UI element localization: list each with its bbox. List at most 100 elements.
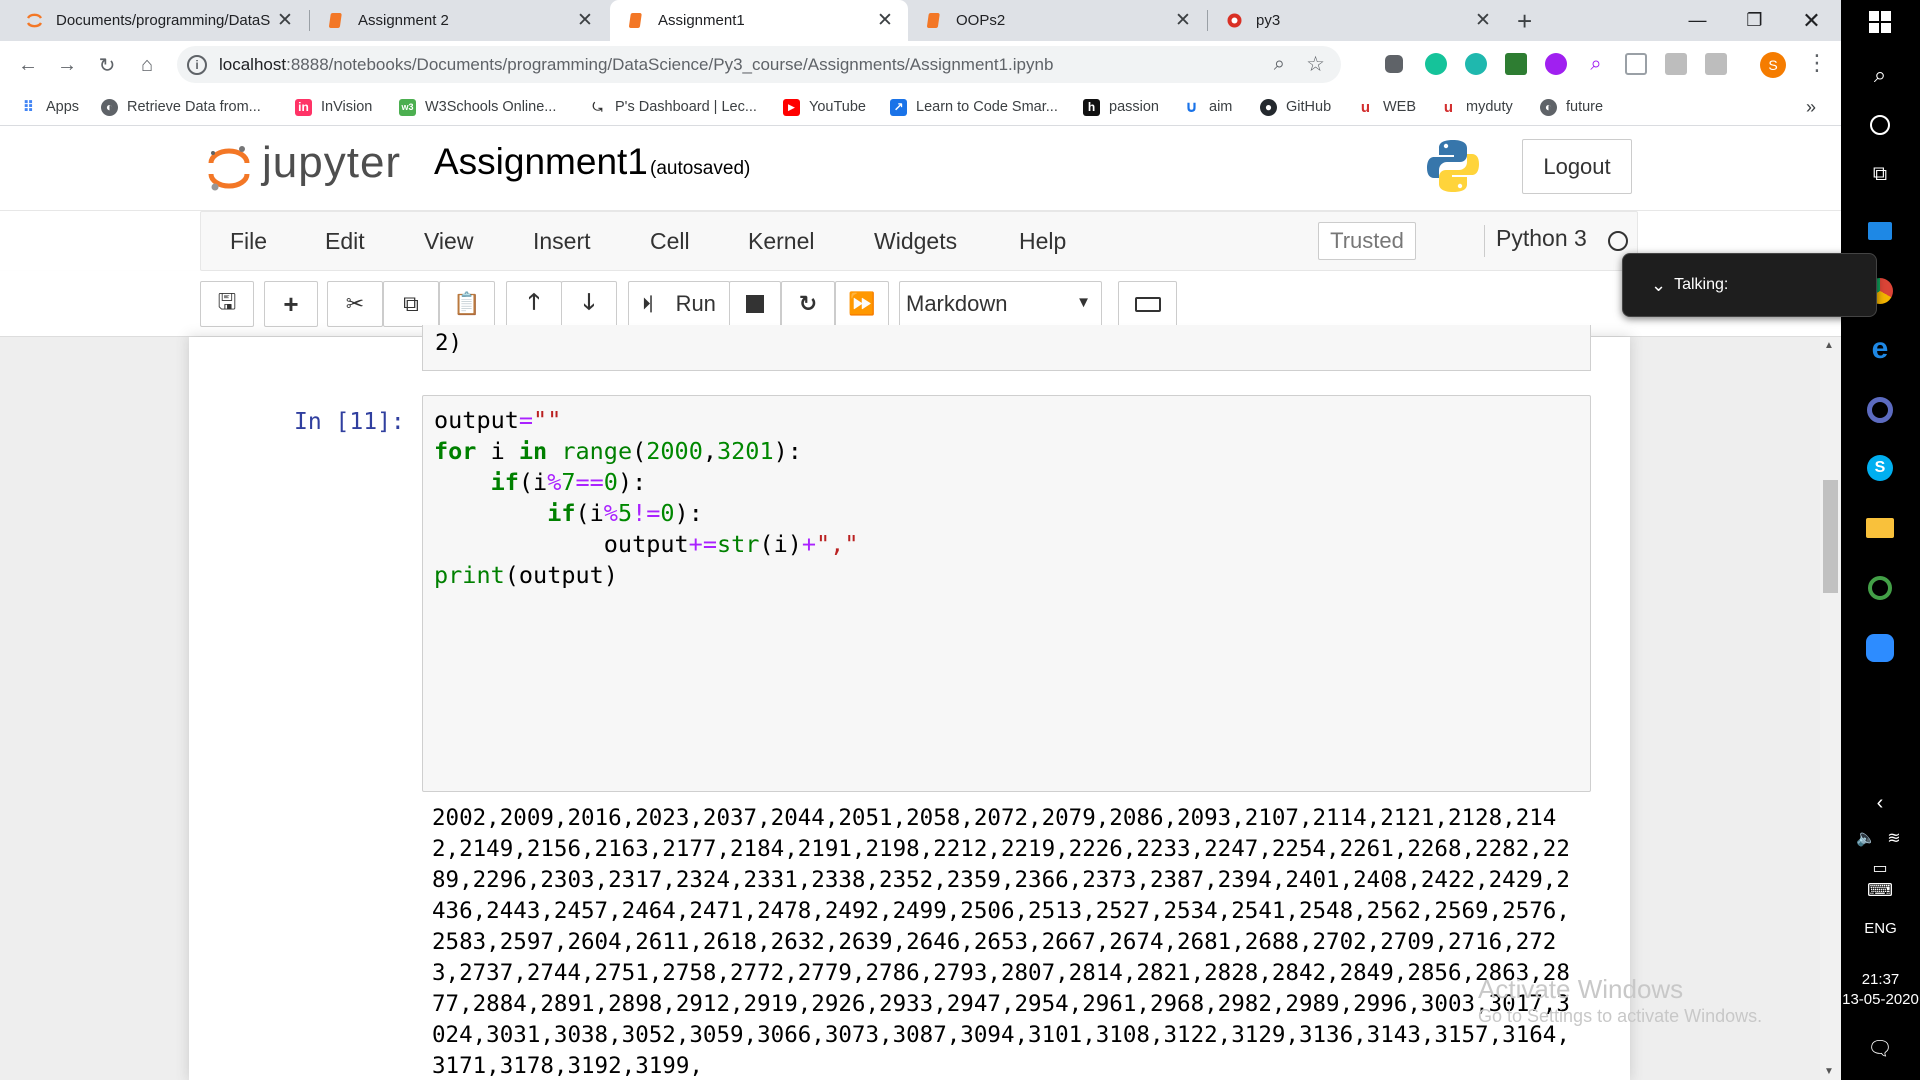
- tab-py3[interactable]: py3 ✕: [1208, 0, 1506, 41]
- trusted-indicator[interactable]: Trusted: [1318, 222, 1416, 260]
- extension-tree-icon[interactable]: [1505, 53, 1527, 75]
- menu-kernel[interactable]: Kernel: [748, 228, 814, 255]
- extension-teal-icon[interactable]: [1465, 53, 1487, 75]
- extension-gray-icon[interactable]: [1705, 53, 1727, 75]
- insert-cell-button[interactable]: +: [264, 281, 318, 327]
- run-button[interactable]: ⏵⎸ Run: [628, 281, 730, 327]
- bookmark-passion[interactable]: h passion: [1083, 95, 1159, 119]
- menu-edit[interactable]: Edit: [325, 228, 365, 255]
- menu-cell[interactable]: Cell: [650, 228, 690, 255]
- fast-forward-icon: ⏩: [848, 291, 876, 316]
- command-palette-button[interactable]: [1118, 281, 1177, 327]
- move-down-button[interactable]: 🡓: [561, 281, 617, 327]
- extension-image-icon[interactable]: [1665, 53, 1687, 75]
- extension-search-icon[interactable]: ⌕: [1585, 53, 1607, 75]
- paste-button[interactable]: 📋: [439, 281, 495, 327]
- tab-documents[interactable]: Documents/programming/DataS ✕: [8, 0, 308, 41]
- restore-icon[interactable]: ❐: [1726, 0, 1783, 41]
- move-up-button[interactable]: 🡑: [506, 281, 562, 327]
- forward-icon[interactable]: →: [50, 48, 84, 82]
- task-view-icon[interactable]: ⧉: [1862, 156, 1898, 192]
- arrow-down-icon: 🡓: [583, 289, 595, 314]
- tab-oops2[interactable]: OOPs2 ✕: [908, 0, 1206, 41]
- bookmark-dashboard[interactable]: ⤿ P's Dashboard | Lec...: [589, 95, 757, 119]
- bookmark-learn-to-code[interactable]: ↗ Learn to Code Smar...: [890, 95, 1058, 119]
- menu-widgets[interactable]: Widgets: [874, 228, 957, 255]
- close-window-icon[interactable]: ✕: [1783, 0, 1840, 41]
- code-content[interactable]: output="" for i in range(2000,3201): if(…: [434, 405, 858, 591]
- more-bookmarks-button[interactable]: »: [1806, 95, 1816, 119]
- profile-avatar[interactable]: S: [1760, 52, 1786, 78]
- menu-view[interactable]: View: [424, 228, 473, 255]
- search-icon[interactable]: ⌕: [1862, 57, 1898, 93]
- logout-button[interactable]: Logout: [1522, 139, 1632, 194]
- file-explorer-icon[interactable]: [1862, 510, 1898, 546]
- scroll-up-icon[interactable]: ▲: [1824, 340, 1834, 351]
- edge-icon[interactable]: e: [1862, 331, 1898, 367]
- bookmark-github[interactable]: ● GitHub: [1260, 95, 1331, 119]
- cut-button[interactable]: ✂: [327, 281, 383, 327]
- grammarly-extension-icon[interactable]: [1425, 53, 1447, 75]
- tab-close-icon[interactable]: ✕: [1474, 9, 1492, 32]
- tab-assignment1[interactable]: Assignment1 ✕: [610, 0, 908, 41]
- app-blue-icon[interactable]: [1862, 213, 1898, 249]
- chromium-icon[interactable]: [1862, 392, 1898, 428]
- minimize-icon[interactable]: —: [1669, 0, 1726, 41]
- page-scrollbar[interactable]: [1820, 337, 1841, 1080]
- scroll-down-icon[interactable]: ▼: [1824, 1066, 1834, 1077]
- menu-insert[interactable]: Insert: [533, 228, 591, 255]
- extension-bug-icon[interactable]: [1385, 55, 1403, 73]
- language-indicator[interactable]: ENG: [1841, 920, 1920, 937]
- bookmark-retrieve-data[interactable]: ◐ Retrieve Data from...: [101, 95, 261, 119]
- taskbar-clock[interactable]: 21:37 13-05-2020: [1841, 970, 1920, 1010]
- bookmark-myduty[interactable]: u myduty: [1440, 95, 1513, 119]
- show-hidden-icons-icon[interactable]: ‹: [1862, 785, 1898, 821]
- bookmark-web[interactable]: u WEB: [1357, 95, 1416, 119]
- menu-file[interactable]: File: [230, 228, 267, 255]
- tab-assignment-2[interactable]: Assignment 2 ✕: [310, 0, 608, 41]
- menu-help[interactable]: Help: [1019, 228, 1066, 255]
- notebook-name[interactable]: Assignment1: [434, 141, 648, 183]
- info-icon[interactable]: i: [187, 54, 207, 75]
- app-ring-icon[interactable]: [1862, 570, 1898, 606]
- jupyter-logo-icon[interactable]: [207, 143, 251, 198]
- reload-icon[interactable]: ↻: [90, 48, 124, 82]
- scrollbar-thumb[interactable]: [1823, 480, 1838, 593]
- tab-close-icon[interactable]: ✕: [1174, 9, 1192, 32]
- back-icon[interactable]: ←: [11, 48, 45, 82]
- save-button[interactable]: 🖫: [200, 281, 254, 327]
- bookmark-youtube[interactable]: ▶ YouTube: [783, 95, 866, 119]
- bookmark-aim[interactable]: ∪ aim: [1183, 95, 1232, 119]
- restart-run-all-button[interactable]: ⏩: [835, 281, 889, 327]
- bookmark-apps[interactable]: ⠿ Apps: [20, 95, 79, 119]
- tab-close-icon[interactable]: ✕: [876, 9, 894, 32]
- restart-button[interactable]: ↻: [781, 281, 835, 327]
- zoom-app-icon[interactable]: [1862, 630, 1898, 666]
- zoom-icon[interactable]: ⌕: [1274, 53, 1285, 76]
- bookmark-invision[interactable]: in InVision: [295, 95, 372, 119]
- tab-close-icon[interactable]: ✕: [576, 9, 594, 32]
- jupyter-logo-text[interactable]: jupyter: [262, 138, 401, 188]
- extension-purple-icon[interactable]: [1545, 53, 1567, 75]
- browser-menu-icon[interactable]: ⋮: [1806, 50, 1828, 76]
- interrupt-button[interactable]: [729, 281, 781, 327]
- address-bar[interactable]: i localhost:8888/notebooks/Documents/pro…: [177, 46, 1341, 83]
- extension-screenshot-icon[interactable]: [1625, 53, 1647, 75]
- tab-close-icon[interactable]: ✕: [276, 9, 294, 32]
- kernel-name[interactable]: Python 3: [1484, 225, 1587, 257]
- previous-cell-tail[interactable]: 2): [422, 325, 1591, 371]
- cell-type-select[interactable]: Markdown ▼: [899, 281, 1102, 327]
- bookmark-future[interactable]: ◐ future: [1540, 95, 1603, 119]
- keyboard-tray-icon[interactable]: ⌨: [1862, 872, 1898, 908]
- new-tab-button[interactable]: +: [1517, 6, 1532, 37]
- home-icon[interactable]: ⌂: [130, 48, 164, 82]
- skype-icon[interactable]: S: [1862, 450, 1898, 486]
- copy-button[interactable]: ⧉: [383, 281, 439, 327]
- bookmark-star-icon[interactable]: ☆: [1306, 52, 1325, 77]
- settings-favicon-icon: [1226, 12, 1243, 29]
- bookmark-w3schools[interactable]: w3 W3Schools Online...: [399, 95, 556, 119]
- cortana-icon[interactable]: [1862, 107, 1898, 143]
- windows-start-icon[interactable]: [1862, 4, 1898, 40]
- talking-overlay[interactable]: ⌄ Talking:: [1622, 253, 1877, 317]
- notification-center-icon[interactable]: 🗨: [1862, 1030, 1898, 1066]
